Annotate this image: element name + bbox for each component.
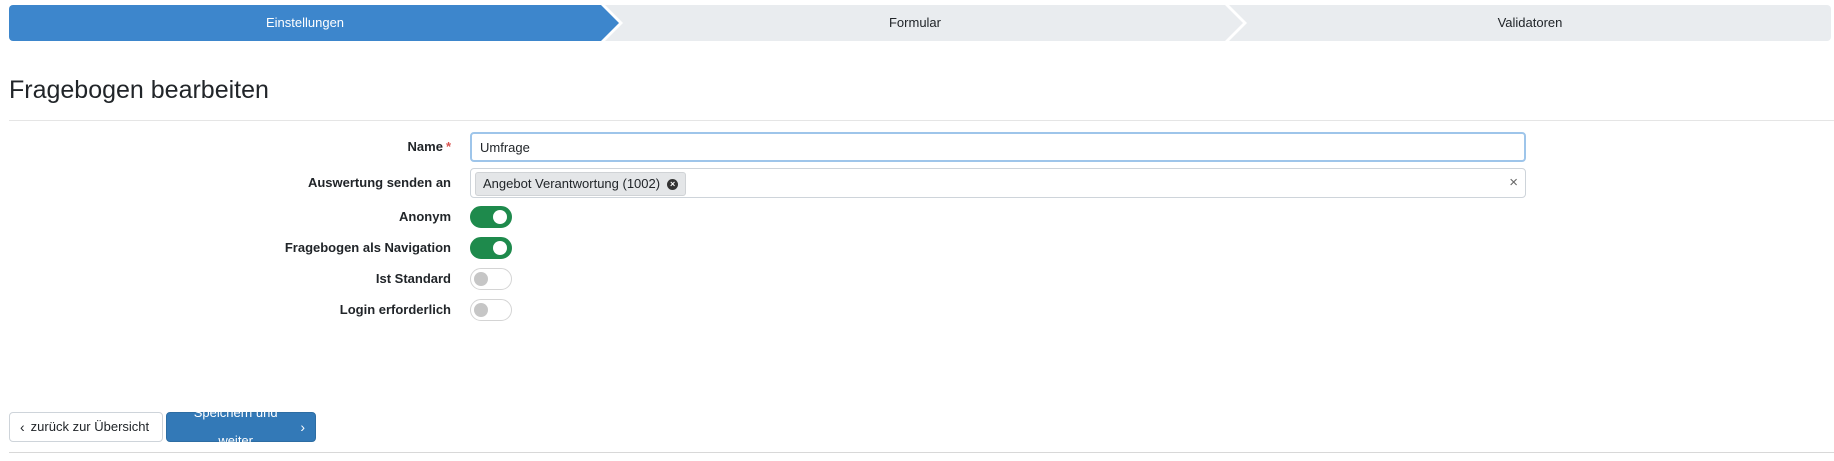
send-to-label: Auswertung senden an [307,175,451,190]
save-and-continue-button[interactable]: Speichern und weiter › [166,405,316,448]
wizard-step-label: Einstellungen [265,15,345,30]
anonym-label: Anonym [399,209,451,224]
navigation-label: Fragebogen als Navigation [284,240,451,255]
send-to-select[interactable]: Angebot Verantwortung (1002) × × [470,168,1526,198]
form-row-anonym: Anonym [0,202,1834,232]
page-title: Fragebogen bearbeiten [9,76,269,104]
toggle-knob [474,303,488,317]
back-button-label: zurück zur Übersicht [30,419,150,434]
required-marker: * [445,139,451,154]
selected-tag: Angebot Verantwortung (1002) × [475,172,687,196]
divider [9,452,1834,453]
name-input[interactable] [470,132,1526,162]
toggle-knob [493,241,507,255]
wizard-step-validatoren[interactable]: Validatoren [1229,5,1831,41]
standard-toggle[interactable] [470,268,512,290]
chevron-right-icon: › [300,419,305,435]
login-toggle[interactable] [470,299,512,321]
anonym-toggle[interactable] [470,206,512,228]
wizard-step-formular[interactable]: Formular [605,5,1247,41]
toggle-knob [493,210,507,224]
form-row-name: Name * [0,132,1834,162]
form-row-standard: Ist Standard [0,264,1834,294]
wizard-step-label: Validatoren [1497,15,1563,30]
name-label: Name * [407,139,451,154]
selected-tag-label: Angebot Verantwortung (1002) [483,176,661,191]
standard-label: Ist Standard [375,271,451,286]
form-row-navigation: Fragebogen als Navigation [0,233,1834,263]
form-row-login: Login erforderlich [0,295,1834,325]
form-row-send-to: Auswertung senden an Angebot Verantwortu… [0,168,1834,198]
toggle-knob [474,272,488,286]
clear-icon[interactable]: × [1509,169,1518,197]
divider [9,120,1834,121]
chevron-left-icon: ‹ [20,419,25,435]
back-to-overview-button[interactable]: ‹ zurück zur Übersicht [9,412,163,442]
remove-tag-icon[interactable]: × [667,178,679,190]
login-label: Login erforderlich [339,302,451,317]
wizard-steps: Einstellungen Formular Validatoren [9,5,1831,41]
wizard-step-einstellungen[interactable]: Einstellungen [9,5,623,41]
wizard-step-label: Formular [888,15,941,30]
navigation-toggle[interactable] [470,237,512,259]
save-button-label: Speichern und weiter [193,405,278,448]
